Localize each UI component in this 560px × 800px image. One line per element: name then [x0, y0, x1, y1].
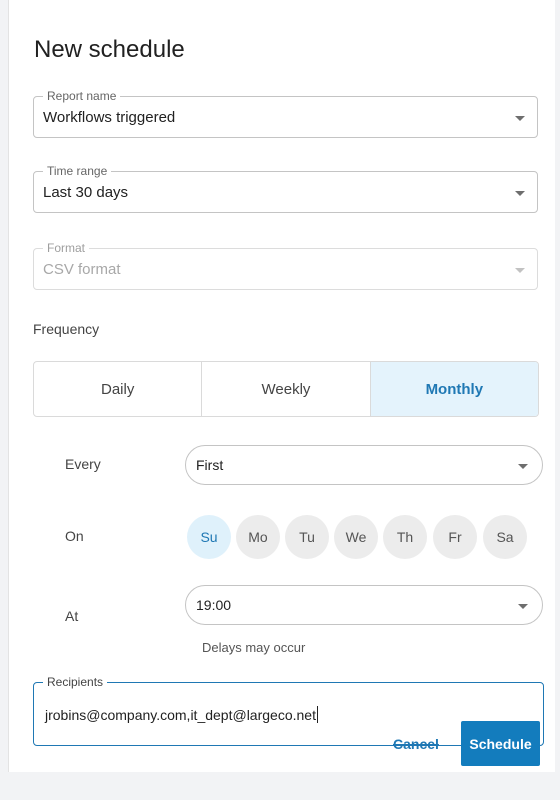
recipients-value: jrobins@company.com,it_dept@largeco.net	[45, 707, 316, 723]
frequency-toggle: Daily Weekly Monthly	[33, 361, 539, 417]
report-name-label: Report name	[43, 89, 121, 103]
format-value: CSV format	[43, 261, 121, 278]
at-time-value: 19:00	[196, 597, 232, 613]
schedule-button[interactable]: Schedule	[461, 721, 540, 766]
text-cursor	[316, 706, 318, 723]
at-label: At	[65, 608, 79, 624]
recipients-label: Recipients	[43, 675, 108, 689]
day-sunday[interactable]: Su	[187, 515, 231, 559]
chevron-down-icon	[518, 464, 528, 469]
new-schedule-dialog: New schedule Report name Workflows trigg…	[8, 0, 555, 772]
report-name-value: Workflows triggered	[43, 109, 176, 126]
time-range-value: Last 30 days	[43, 184, 129, 201]
on-label: On	[65, 528, 84, 544]
format-label: Format	[43, 241, 90, 255]
day-tuesday[interactable]: Tu	[285, 515, 329, 559]
frequency-label: Frequency	[33, 321, 100, 337]
report-name-select[interactable]: Report name Workflows triggered	[33, 89, 538, 138]
cancel-button[interactable]: Cancel	[389, 734, 443, 754]
day-wednesday[interactable]: We	[334, 515, 378, 559]
frequency-option-weekly[interactable]: Weekly	[202, 362, 371, 416]
time-range-label: Time range	[43, 164, 112, 178]
delay-note: Delays may occur	[202, 640, 306, 655]
day-thursday[interactable]: Th	[383, 515, 427, 559]
day-monday[interactable]: Mo	[236, 515, 280, 559]
chevron-down-icon	[518, 604, 528, 609]
at-time-select[interactable]: 19:00	[185, 585, 543, 625]
time-range-select[interactable]: Time range Last 30 days	[33, 164, 538, 213]
dialog-title: New schedule	[34, 36, 185, 63]
chevron-down-icon	[515, 268, 525, 273]
chevron-down-icon	[515, 116, 525, 121]
frequency-option-daily[interactable]: Daily	[34, 362, 203, 416]
day-saturday[interactable]: Sa	[483, 515, 527, 559]
recipients-input[interactable]: jrobins@company.com,it_dept@largeco.net	[45, 706, 318, 723]
day-friday[interactable]: Fr	[433, 515, 477, 559]
frequency-option-monthly[interactable]: Monthly	[370, 362, 538, 416]
every-value: First	[196, 457, 224, 473]
format-select: Format CSV format	[33, 241, 538, 290]
every-select[interactable]: First	[185, 445, 543, 485]
every-label: Every	[65, 456, 101, 472]
chevron-down-icon	[515, 191, 525, 196]
